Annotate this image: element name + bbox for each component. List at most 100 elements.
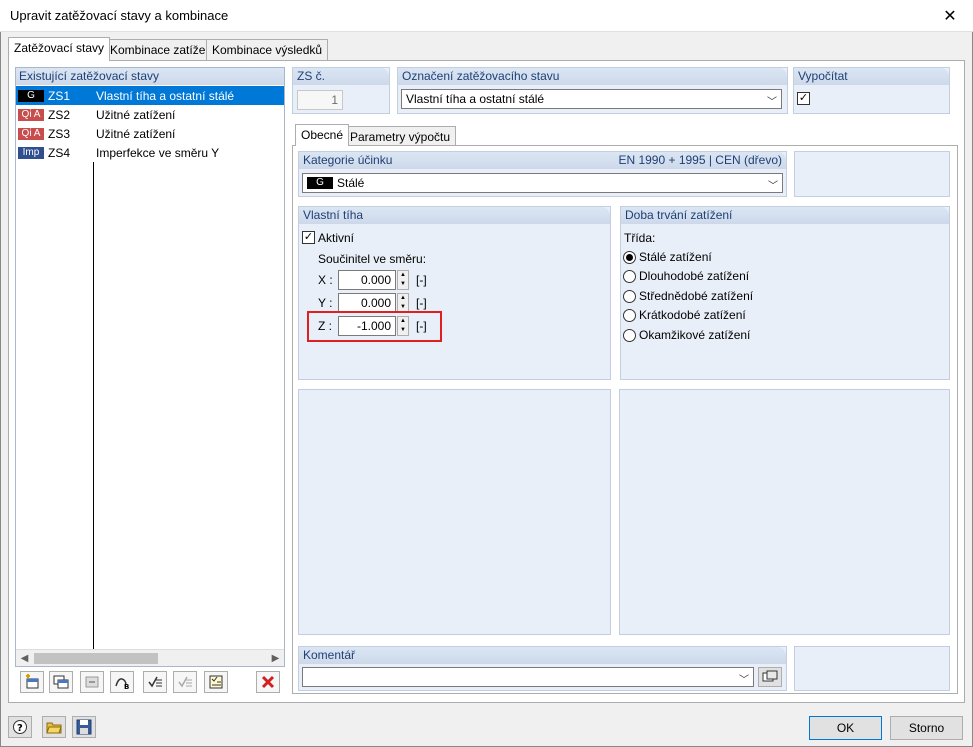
axis-x-label: X :: [318, 273, 333, 287]
comment-library-icon[interactable]: [758, 667, 782, 687]
list-item[interactable]: Qi A ZS3 Užitné zatížení: [16, 124, 284, 143]
duration-option-label: Dlouhodobé zatížení: [639, 269, 750, 283]
radio-icon[interactable]: [623, 289, 636, 303]
self-weight-label: Vlastní tíha: [299, 207, 610, 224]
action-category-value: Stálé: [337, 176, 365, 190]
self-weight-active-checkbox[interactable]: ✓: [302, 231, 315, 244]
load-case-name: Užitné zatížení: [96, 126, 176, 141]
coefficient-x-spinner[interactable]: ▲ ▼: [397, 270, 409, 290]
radio-selected-icon[interactable]: [623, 250, 636, 264]
list-item[interactable]: G ZS1 Vlastní tíha a ostatní stálé: [16, 86, 284, 105]
copy-load-case-icon[interactable]: [49, 671, 73, 693]
calculate-label: Vypočítat: [794, 68, 949, 85]
duration-option[interactable]: Dlouhodobé zatížení: [623, 269, 749, 283]
designation-label: Označení zatěžovacího stavu: [398, 68, 787, 85]
chevron-down-icon[interactable]: ﹀: [767, 93, 777, 108]
category-side-box: [794, 151, 950, 197]
new-load-case-icon[interactable]: [20, 671, 44, 693]
load-case-list: Existující zatěžovací stavy G ZS1 Vlastn…: [15, 67, 285, 667]
unit-label: [-]: [416, 319, 427, 333]
load-case-id: ZS1: [48, 88, 71, 103]
scroll-right-icon[interactable]: ▶: [267, 650, 284, 667]
coefficient-z-input[interactable]: -1.000: [338, 316, 396, 336]
load-case-id: ZS4: [48, 145, 71, 160]
generate-icon[interactable]: B: [110, 671, 134, 693]
cancel-button[interactable]: Storno: [890, 716, 963, 740]
title-bar: Upravit zatěžovací stavy a kombinace ✕: [0, 0, 973, 32]
load-case-id: ZS2: [48, 107, 71, 122]
column-divider: [93, 162, 94, 649]
designation-group: Označení zatěžovacího stavu Vlastní tíha…: [397, 67, 788, 114]
coefficient-label: Součinitel ve směru:: [318, 252, 427, 266]
ok-button[interactable]: OK: [809, 716, 882, 740]
chevron-down-icon[interactable]: ﹀: [768, 177, 778, 192]
coefficient-y-input[interactable]: 0.000: [338, 293, 396, 313]
renumber-icon[interactable]: [80, 671, 104, 693]
scroll-thumb[interactable]: [34, 653, 158, 664]
unit-label: [-]: [416, 296, 427, 310]
permanent-badge: G: [307, 177, 333, 189]
duration-option-label: Krátkodobé zatížení: [639, 308, 746, 322]
action-category-label: Kategorie účinku: [303, 153, 393, 167]
check-list-icon[interactable]: [143, 671, 167, 693]
comment-combo[interactable]: ﹀: [302, 667, 754, 687]
load-type-badge: Qi A: [18, 108, 44, 121]
list-item[interactable]: Imp ZS4 Imperfekce ve směru Y: [16, 143, 284, 162]
tab-load-combinations[interactable]: Kombinace zatížení: [104, 39, 222, 60]
load-case-id: ZS3: [48, 126, 71, 141]
load-case-name: Užitné zatížení: [96, 107, 176, 122]
load-type-badge: Qi A: [18, 127, 44, 140]
delete-icon[interactable]: [256, 671, 280, 693]
duration-option-label: Střednědobé zatížení: [639, 289, 754, 303]
axis-y-label: Y :: [318, 296, 333, 310]
window-title: Upravit zatěžovací stavy a kombinace: [10, 8, 229, 23]
load-case-name: Vlastní tíha a ostatní stálé: [96, 88, 235, 103]
calculate-checkbox[interactable]: ✓: [797, 92, 810, 105]
close-icon[interactable]: ✕: [927, 0, 973, 32]
radio-icon[interactable]: [623, 269, 636, 283]
open-icon[interactable]: [42, 716, 66, 738]
duration-option[interactable]: Střednědobé zatížení: [623, 289, 753, 303]
radio-icon[interactable]: [623, 308, 636, 322]
save-icon[interactable]: [72, 716, 96, 738]
svg-text:?: ?: [17, 723, 23, 734]
list-header: Existující zatěžovací stavy: [16, 68, 284, 85]
list-settings-icon[interactable]: [204, 671, 228, 693]
horizontal-scrollbar[interactable]: ◀ ▶: [16, 649, 284, 666]
standard-label: EN 1990 + 1995 | CEN (dřevo): [618, 153, 782, 167]
tab-result-combinations[interactable]: Kombinace výsledků: [206, 39, 329, 60]
duration-option-label: Okamžikové zatížení: [639, 328, 751, 342]
empty-panel-left: [298, 389, 611, 635]
axis-z-label: Z :: [318, 319, 332, 333]
uncheck-list-icon[interactable]: [173, 671, 197, 693]
duration-option[interactable]: Stálé zatížení: [623, 250, 712, 264]
load-duration-group: Doba trvání zatížení Třída: Stálé zatíže…: [620, 206, 950, 380]
help-icon[interactable]: ?: [8, 716, 32, 738]
action-category-header: Kategorie účinku EN 1990 + 1995 | CEN (d…: [299, 152, 786, 169]
unit-label: [-]: [416, 273, 427, 287]
load-case-name: Imperfekce ve směru Y: [96, 145, 220, 160]
coefficient-z-spinner[interactable]: ▲ ▼: [397, 316, 409, 336]
tab-load-cases[interactable]: Zatěžovací stavy: [8, 37, 111, 61]
self-weight-group: Vlastní tíha ✓ Aktivní Součinitel ve smě…: [298, 206, 611, 380]
load-duration-label: Doba trvání zatížení: [621, 207, 949, 224]
coefficient-y-spinner[interactable]: ▲ ▼: [397, 293, 409, 313]
load-case-number-label: ZS č.: [293, 68, 389, 85]
scroll-left-icon[interactable]: ◀: [16, 650, 33, 667]
radio-icon[interactable]: [623, 328, 636, 342]
load-type-badge: Imp: [18, 146, 44, 159]
class-label: Třída:: [624, 231, 656, 245]
designation-value: Vlastní tíha a ostatní stálé: [406, 92, 545, 106]
list-item[interactable]: Qi A ZS2 Užitné zatížení: [16, 105, 284, 124]
duration-option[interactable]: Krátkodobé zatížení: [623, 308, 746, 322]
action-category-combo[interactable]: G Stálé ﹀: [302, 173, 783, 193]
comment-side-box: [794, 646, 950, 691]
duration-option[interactable]: Okamžikové zatížení: [623, 328, 750, 342]
designation-combo[interactable]: Vlastní tíha a ostatní stálé ﹀: [401, 89, 782, 109]
tab-calculation-parameters[interactable]: Parametry výpočtu: [344, 126, 457, 146]
tab-general[interactable]: Obecné: [295, 124, 350, 146]
coefficient-x-input[interactable]: 0.000: [338, 270, 396, 290]
load-type-badge: G: [18, 89, 44, 102]
comment-group: Komentář ﹀: [298, 646, 787, 691]
chevron-down-icon[interactable]: ﹀: [739, 671, 749, 686]
